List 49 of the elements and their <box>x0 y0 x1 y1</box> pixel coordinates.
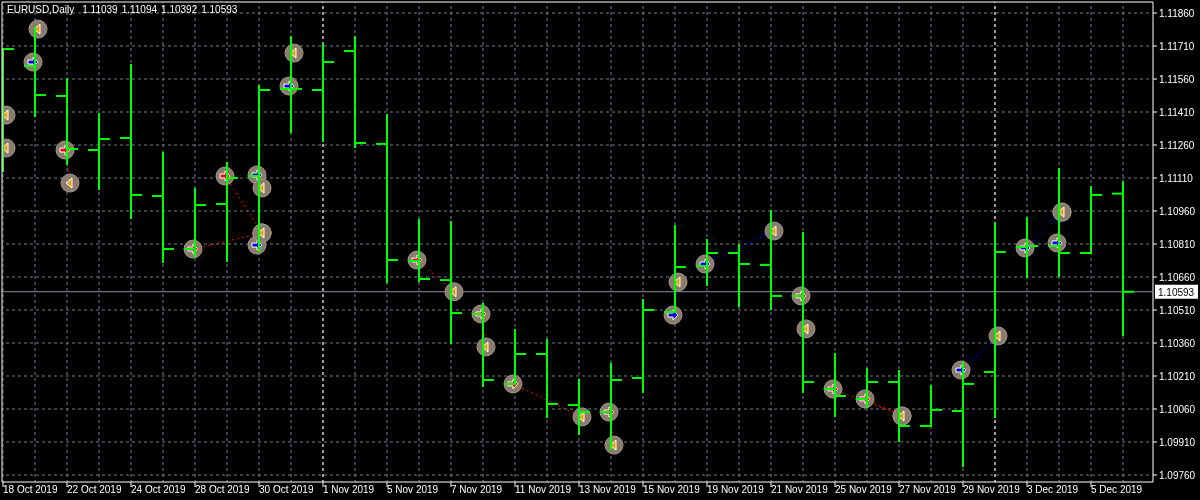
price-bar <box>567 378 591 436</box>
price-label: 1.11560 <box>1159 74 1195 85</box>
date-label: 1 Nov 2019 <box>323 484 375 495</box>
price-label: 1.11110 <box>1159 173 1193 184</box>
date-label: 3 Dec 2019 <box>1027 484 1079 495</box>
price-label: 1.11260 <box>1159 140 1195 151</box>
price-value: 1.10392 <box>161 4 198 15</box>
date-label: 18 Oct 2019 <box>3 484 58 495</box>
price-bar <box>823 351 847 418</box>
price-label: 1.10210 <box>1159 371 1196 382</box>
price-label: 1.11410 <box>1159 107 1195 118</box>
price-label: 1.09760 <box>1159 470 1196 481</box>
date-label: 30 Oct 2019 <box>259 484 314 495</box>
date-label: 27 Nov 2019 <box>899 484 956 495</box>
date-label: 11 Nov 2019 <box>515 484 571 495</box>
date-label: 29 Nov 2019 <box>963 484 1020 495</box>
price-label: 1.10960 <box>1159 206 1196 217</box>
price-value: 1.11039 <box>82 4 118 15</box>
date-label: 15 Nov 2019 <box>643 484 700 495</box>
price-bar <box>855 367 879 409</box>
price-bar <box>727 243 751 308</box>
date-label: 24 Oct 2019 <box>131 484 186 495</box>
price-label: 1.10510 <box>1159 305 1196 316</box>
date-label: 5 Nov 2019 <box>387 484 439 495</box>
date-label: 19 Nov 2019 <box>707 484 764 495</box>
price-bar <box>407 217 431 284</box>
date-label: 22 Oct 2019 <box>67 484 122 495</box>
date-label: 28 Oct 2019 <box>195 484 250 495</box>
price-bar <box>1015 215 1039 280</box>
price-label: 1.10060 <box>1159 404 1196 415</box>
price-bar <box>695 237 719 287</box>
date-label: 7 Nov 2019 <box>451 484 503 495</box>
price-bar <box>1079 184 1103 255</box>
date-label: 21 Nov 2019 <box>771 484 828 495</box>
date-label: 13 Nov 2019 <box>579 484 636 495</box>
price-label: 1.10810 <box>1159 239 1196 250</box>
date-label: 25 Nov 2019 <box>835 484 892 495</box>
price-label: 1.11860 <box>1159 8 1195 19</box>
price-bar <box>503 327 527 386</box>
price-label: 1.11710 <box>1159 41 1195 52</box>
date-label: 5 Dec 2019 <box>1091 484 1143 495</box>
price-bar <box>919 384 943 429</box>
price-label: 1.10660 <box>1159 272 1196 283</box>
symbol-label: EURUSD,Daily <box>7 4 75 15</box>
price-value: 1.10593 <box>201 4 238 15</box>
price-bar <box>183 186 207 258</box>
price-label: 1.10360 <box>1159 338 1196 349</box>
price-label: 1.09910 <box>1159 437 1196 448</box>
price-value: 1.11094 <box>121 4 158 15</box>
